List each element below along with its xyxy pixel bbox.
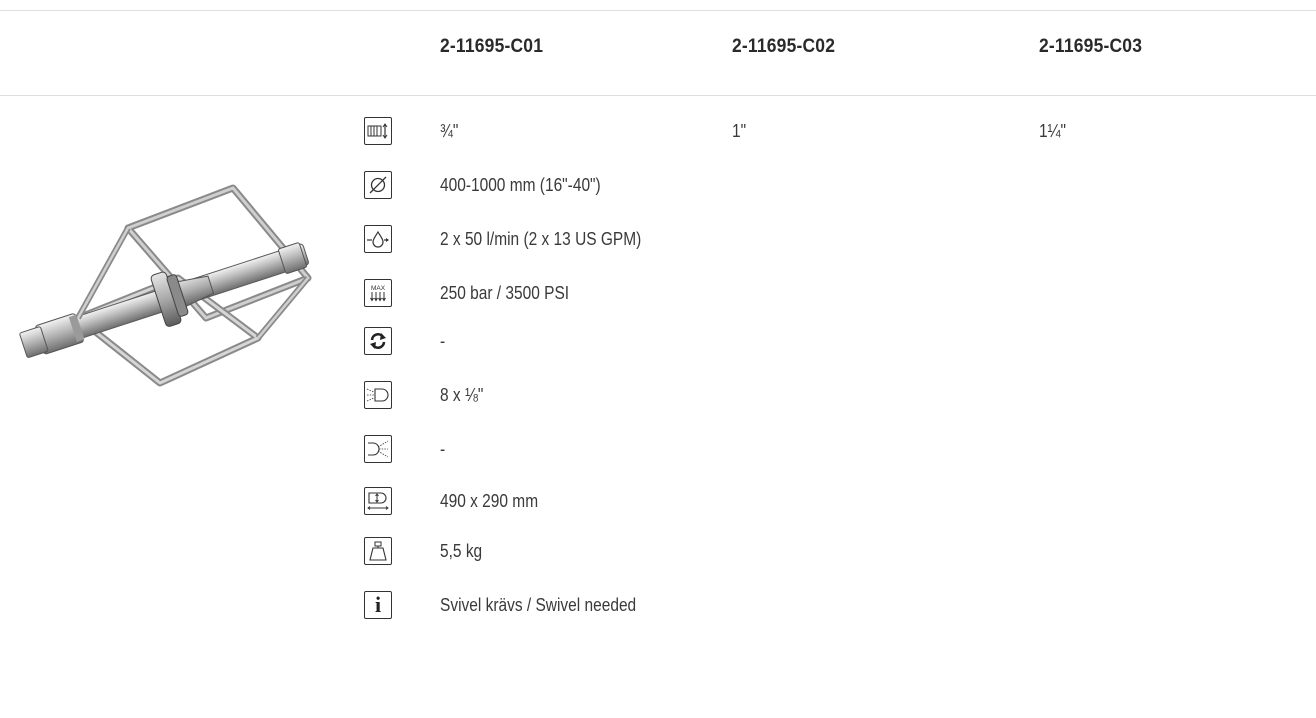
spec-row-connection: ¾" 1" 1¼" (364, 117, 1264, 147)
info-value-c01: Svivel krävs / Swivel needed (440, 595, 637, 615)
rotation-icon (364, 327, 392, 355)
backward-nozzles-value-c01: - (440, 439, 446, 459)
column-header-c03: 2-11695-C03 (1039, 36, 1143, 57)
forward-nozzles-value-c01: 8 x ⅛" (440, 385, 484, 405)
spec-row-flow: 2 x 50 l/min (2 x 13 US GPM) (364, 225, 1264, 255)
product-image (19, 184, 312, 387)
weight-value-c01: 5,5 kg (440, 541, 483, 561)
connection-value-c02: 1" (732, 121, 747, 141)
spec-row-info: i Svivel krävs / Swivel needed (364, 591, 1264, 621)
column-header-c02: 2-11695-C02 (732, 36, 836, 57)
connection-value-c03: 1¼" (1039, 121, 1067, 141)
header-divider (0, 95, 1316, 96)
flow-value-c01: 2 x 50 l/min (2 x 13 US GPM) (440, 229, 642, 249)
dimensions-value-c01: 490 x 290 mm (440, 491, 539, 511)
info-icon: i (364, 591, 392, 619)
spec-row-rotation: - (364, 327, 1264, 357)
column-header-c01: 2-11695-C01 (440, 36, 544, 57)
rotation-value-c01: - (440, 331, 446, 351)
diameter-icon (364, 171, 392, 199)
diameter-value-c01: 400-1000 mm (16"-40") (440, 175, 601, 195)
info-glyph: i (374, 592, 382, 617)
max-pressure-icon: MAX (364, 279, 392, 307)
spec-row-backward-nozzles: - (364, 435, 1264, 465)
spec-row-pressure: MAX 250 bar / 3500 PSI (364, 279, 1264, 309)
max-label: MAX (371, 285, 386, 292)
dimensions-icon (364, 487, 392, 515)
weight-icon (364, 537, 392, 565)
top-divider (0, 10, 1316, 11)
spec-row-forward-nozzles: 8 x ⅛" (364, 381, 1264, 411)
spec-row-diameter: 400-1000 mm (16"-40") (364, 171, 1264, 201)
spec-row-dimensions: 490 x 290 mm (364, 487, 1264, 517)
pressure-value-c01: 250 bar / 3500 PSI (440, 283, 570, 303)
backward-nozzles-icon (364, 435, 392, 463)
flow-icon (364, 225, 392, 253)
connection-value-c01: ¾" (440, 121, 459, 141)
spec-row-weight: 5,5 kg (364, 537, 1264, 567)
forward-nozzles-icon (364, 381, 392, 409)
hose-connection-icon (364, 117, 392, 145)
